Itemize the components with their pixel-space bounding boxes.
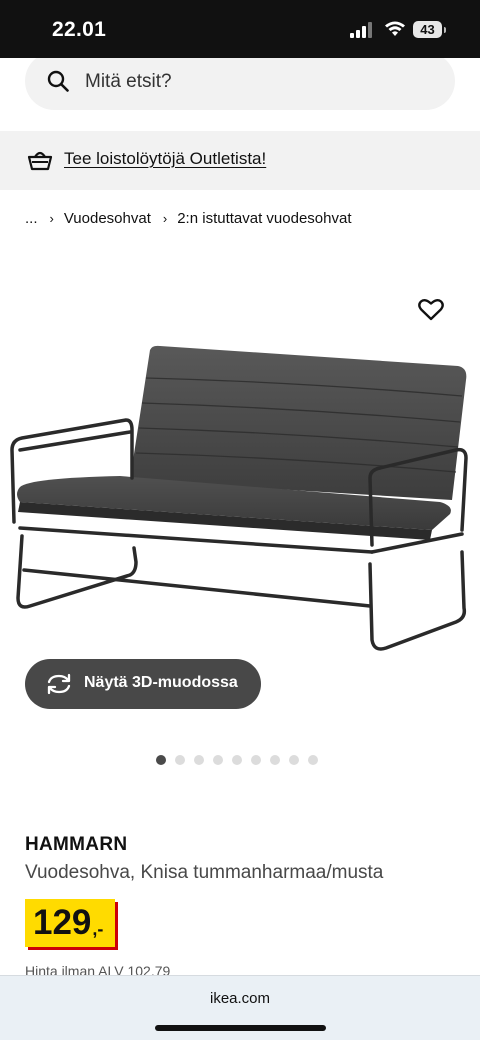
breadcrumb-ellipsis[interactable]: ... (25, 210, 38, 227)
pager-dot[interactable] (213, 755, 223, 765)
battery-indicator: 43 (413, 21, 442, 38)
pager-dot[interactable] (156, 755, 166, 765)
price-tag: 129 ,- (25, 899, 116, 947)
chevron-right-icon: › (49, 211, 54, 226)
wifi-icon (385, 21, 405, 36)
status-bar-edge (0, 52, 480, 58)
product-image[interactable] (0, 290, 480, 670)
home-indicator[interactable] (155, 1025, 326, 1031)
pager-dot[interactable] (194, 755, 204, 765)
pager-dot[interactable] (232, 755, 242, 765)
favorite-heart-icon[interactable] (418, 298, 444, 322)
pager-dot[interactable] (251, 755, 261, 765)
rotate-3d-icon (47, 673, 71, 695)
pager-dot[interactable] (175, 755, 185, 765)
view-3d-label: Näytä 3D-muodossa (84, 674, 238, 691)
status-bar: 22.01 43 (0, 0, 480, 58)
image-pager (156, 755, 318, 765)
status-time: 22.01 (52, 18, 107, 41)
price-amount: 129 (33, 903, 92, 942)
chevron-right-icon: › (162, 211, 168, 226)
product-description: Vuodesohva, Knisa tummanharmaa/musta (25, 862, 384, 883)
browser-address-bar[interactable]: ikea.com (0, 975, 480, 1040)
pager-dot[interactable] (289, 755, 299, 765)
price-suffix: ,- (92, 919, 104, 939)
pager-dot[interactable] (270, 755, 280, 765)
browser-url[interactable]: ikea.com (0, 990, 480, 1007)
product-name: HAMMARN (25, 834, 128, 855)
pager-dot[interactable] (308, 755, 318, 765)
outlet-banner[interactable]: Tee loistolöytöjä Outletista! (0, 131, 480, 190)
search-input[interactable] (83, 68, 427, 96)
breadcrumb: ... › Vuodesohvat › 2:n istuttavat vuode… (25, 210, 352, 227)
outlet-link[interactable]: Tee loistolöytöjä Outletista! (64, 149, 266, 169)
breadcrumb-item-two-seat-sofa-beds[interactable]: 2:n istuttavat vuodesohvat (177, 210, 351, 227)
breadcrumb-item-sofa-beds[interactable]: Vuodesohvat (64, 210, 151, 227)
search-icon (47, 70, 69, 92)
basket-icon (27, 151, 53, 171)
view-3d-button[interactable]: Näytä 3D-muodossa (25, 659, 261, 709)
search-bar[interactable] (25, 52, 455, 110)
battery-tip (444, 27, 446, 33)
cellular-signal-icon (350, 22, 372, 38)
